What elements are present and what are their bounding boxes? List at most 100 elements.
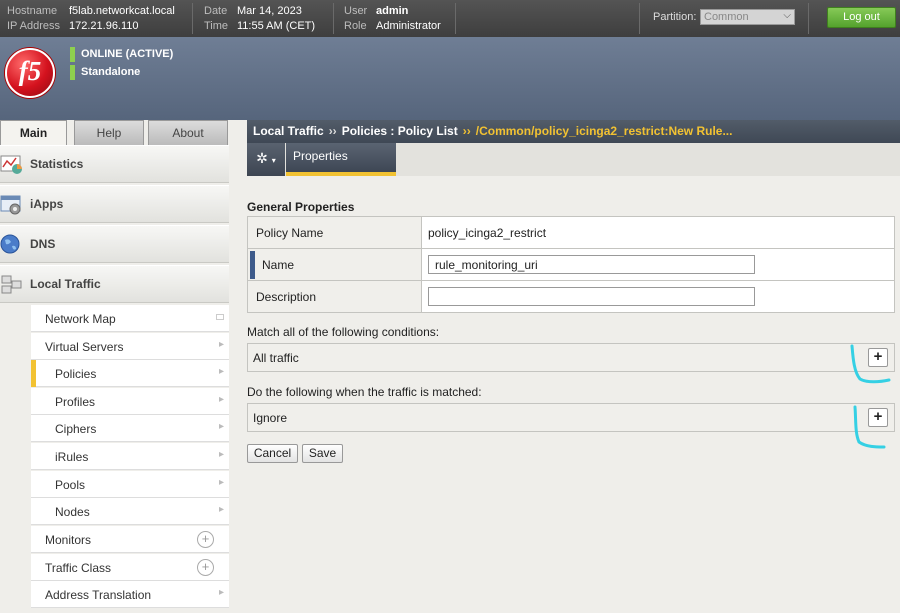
iapps-icon bbox=[0, 195, 21, 215]
partition-select[interactable]: Common ⌵ bbox=[700, 9, 795, 25]
policy-name-label: Policy Name bbox=[247, 216, 422, 249]
status-banner: f5 ONLINE (ACTIVE) Standalone bbox=[0, 37, 900, 120]
gear-menu-button[interactable]: ✲ ▾ bbox=[247, 143, 285, 176]
sidebar-item-traffic-class[interactable]: Traffic Class + bbox=[31, 554, 229, 581]
sidebar-item-address-translation[interactable]: Address Translation ▸ bbox=[31, 581, 229, 608]
sidebar-item-label: Traffic Class bbox=[45, 561, 112, 575]
user-value: admin bbox=[376, 5, 409, 17]
sidebar-section-local-traffic[interactable]: Local Traffic bbox=[0, 265, 229, 303]
divider bbox=[639, 3, 640, 34]
user-info: User admin Role Administrator bbox=[344, 4, 441, 34]
hostname-value: f5lab.networkcat.local bbox=[69, 5, 175, 17]
datetime-info: Date Mar 14, 2023 Time 11:55 AM (CET) bbox=[204, 4, 315, 34]
sidebar-item-virtual-servers[interactable]: Virtual Servers ▸ bbox=[31, 333, 229, 360]
host-info: Hostname f5lab.networkcat.local IP Addres… bbox=[7, 4, 175, 34]
content-tabs: ✲ ▾ Properties bbox=[247, 143, 900, 176]
divider bbox=[192, 3, 193, 34]
breadcrumb: Local Traffic ›› Policies : Policy List ›› /… bbox=[247, 120, 900, 143]
description-label: Description bbox=[247, 280, 422, 313]
breadcrumb-policy-list[interactable]: Policies : Policy List bbox=[342, 124, 458, 138]
sidebar-section-label: iApps bbox=[30, 197, 64, 211]
sidebar-section-statistics[interactable]: Statistics bbox=[0, 145, 229, 183]
sidebar-item-label: Virtual Servers bbox=[45, 340, 124, 354]
chevron-down-icon: ⌵ bbox=[783, 10, 791, 21]
dns-globe-icon bbox=[0, 234, 20, 254]
sidebar-item-label: Ciphers bbox=[55, 422, 97, 436]
sidebar-item-policies[interactable]: Policies ▸ bbox=[31, 360, 229, 387]
chevron-right-icon: ▸ bbox=[218, 394, 224, 405]
sidebar-item-label: Nodes bbox=[55, 505, 90, 519]
sidebar-item-profiles[interactable]: Profiles ▸ bbox=[31, 388, 229, 415]
breadcrumb-local-traffic[interactable]: Local Traffic bbox=[253, 124, 324, 138]
sidebar-item-label: iRules bbox=[55, 450, 89, 464]
tab-about[interactable]: About bbox=[148, 120, 228, 145]
policy-name-value: policy_icinga2_restrict bbox=[421, 216, 895, 249]
tab-properties[interactable]: Properties bbox=[286, 143, 396, 176]
popout-icon bbox=[216, 314, 224, 320]
user-label: User bbox=[344, 5, 368, 17]
chevron-right-icon: ▸ bbox=[218, 366, 224, 377]
local-traffic-icon bbox=[1, 275, 22, 294]
add-traffic-class-icon[interactable]: + bbox=[197, 559, 214, 576]
sidebar-section-iapps[interactable]: iApps bbox=[0, 185, 229, 223]
ip-label: IP Address bbox=[7, 20, 60, 32]
section-title: General Properties bbox=[247, 200, 355, 214]
main-nav-tabs: Main Help About bbox=[0, 120, 230, 145]
breadcrumb-separator: ›› bbox=[462, 124, 471, 138]
save-button[interactable]: Save bbox=[302, 444, 343, 463]
chevron-right-icon: ▸ bbox=[218, 421, 224, 432]
statistics-icon bbox=[0, 155, 22, 174]
actions-box: Ignore + bbox=[247, 403, 895, 432]
conditions-label: Match all of the following conditions: bbox=[247, 325, 440, 339]
sidebar-item-ciphers[interactable]: Ciphers ▸ bbox=[31, 415, 229, 442]
breadcrumb-current: /Common/policy_icinga2_restrict:New Rule… bbox=[475, 124, 733, 138]
sidebar-item-network-map[interactable]: Network Map bbox=[31, 305, 229, 332]
status-standalone: Standalone bbox=[70, 65, 140, 80]
sidebar-item-pools[interactable]: Pools ▸ bbox=[31, 471, 229, 498]
add-condition-button[interactable]: + bbox=[868, 348, 888, 367]
tab-main[interactable]: Main bbox=[0, 120, 67, 145]
breadcrumb-separator: ›› bbox=[328, 124, 337, 138]
partition-value: Common bbox=[704, 11, 749, 23]
sidebar: Statistics iApps DNS Local Traffic Netwo… bbox=[0, 145, 230, 613]
sidebar-item-label: Address Translation bbox=[45, 588, 152, 602]
chevron-right-icon: ▸ bbox=[218, 504, 224, 515]
sidebar-section-dns[interactable]: DNS bbox=[0, 225, 229, 263]
actions-value: Ignore bbox=[253, 411, 288, 425]
sidebar-section-label: DNS bbox=[30, 237, 56, 251]
sidebar-item-label: Policies bbox=[55, 367, 97, 381]
table-row: Policy Name policy_icinga2_restrict bbox=[247, 216, 895, 249]
sidebar-item-label: Profiles bbox=[55, 395, 96, 409]
status-online: ONLINE (ACTIVE) bbox=[70, 47, 173, 62]
gear-icon: ✲ bbox=[256, 150, 268, 166]
general-properties-table: Policy Name policy_icinga2_restrict Name… bbox=[247, 216, 895, 313]
tab-help[interactable]: Help bbox=[74, 120, 144, 145]
logout-button[interactable]: Log out bbox=[827, 7, 896, 28]
sidebar-item-label: Network Map bbox=[45, 312, 116, 326]
sidebar-item-label: Monitors bbox=[45, 533, 92, 547]
table-row: Description bbox=[247, 280, 895, 313]
logo-text: f5 bbox=[18, 56, 42, 86]
hostname-label: Hostname bbox=[7, 5, 58, 17]
divider bbox=[808, 3, 809, 34]
sidebar-section-label: Local Traffic bbox=[30, 277, 101, 291]
table-row: Name rule_monitoring_uri bbox=[247, 248, 895, 281]
sidebar-item-nodes[interactable]: Nodes ▸ bbox=[31, 498, 229, 525]
time-value: 11:55 AM (CET) bbox=[237, 20, 316, 32]
ip-value: 172.21.96.110 bbox=[69, 20, 139, 32]
date-label: Date bbox=[204, 5, 228, 17]
chevron-right-icon: ▸ bbox=[218, 587, 224, 598]
divider bbox=[455, 3, 456, 34]
role-value: Administrator bbox=[376, 20, 441, 32]
sidebar-section-label: Statistics bbox=[30, 157, 84, 171]
sidebar-item-monitors[interactable]: Monitors + bbox=[31, 526, 229, 553]
partition-label: Partition: bbox=[653, 11, 697, 23]
chevron-down-icon: ▾ bbox=[271, 156, 276, 165]
add-monitor-icon[interactable]: + bbox=[197, 531, 214, 548]
description-field[interactable] bbox=[428, 287, 755, 306]
sidebar-item-irules[interactable]: iRules ▸ bbox=[31, 443, 229, 470]
cancel-button[interactable]: Cancel bbox=[247, 444, 298, 463]
add-action-button[interactable]: + bbox=[868, 408, 888, 427]
date-value: Mar 14, 2023 bbox=[237, 5, 302, 17]
name-field[interactable]: rule_monitoring_uri bbox=[428, 255, 755, 274]
